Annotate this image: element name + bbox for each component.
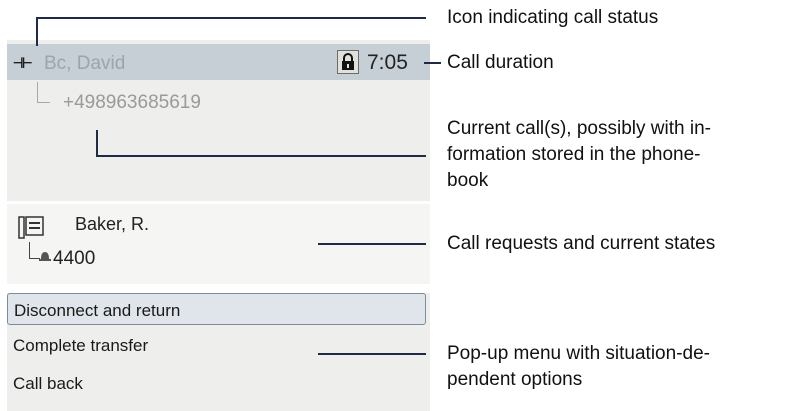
- caller-phone-number: +498963685619: [63, 92, 201, 113]
- current-call-panel[interactable]: ⊣⊢ Bc, David 7:05 +498963685619: [7, 40, 430, 201]
- tree-connector: [37, 82, 50, 103]
- caller-name: Bc, David: [44, 53, 126, 74]
- annotation-requests: Call requests and current states: [447, 233, 716, 254]
- leader-current-call-horizontal: [96, 155, 426, 157]
- annotation-current-call-3: book: [447, 170, 489, 191]
- annotation-status-icon: Icon indicating call status: [447, 7, 659, 28]
- annotation-popup-2: pendent options: [447, 369, 583, 390]
- menu-item-call-back[interactable]: Call back: [7, 367, 426, 399]
- leader-current-call-vertical: [96, 130, 98, 156]
- leader-requests: [318, 243, 426, 245]
- call-status-icon: ⊣⊢: [13, 53, 33, 73]
- menu-item-complete-transfer[interactable]: Complete transfer: [7, 329, 426, 361]
- annotation-popup-1: Pop-up menu with situation-de-: [447, 343, 710, 364]
- padlock-icon: [337, 50, 359, 74]
- annotation-duration: Call duration: [447, 52, 554, 73]
- leader-popup: [318, 353, 426, 355]
- leader-status-vertical: [36, 18, 38, 46]
- phone-display: ⊣⊢ Bc, David 7:05 +498963685619 Baker, R…: [7, 40, 430, 411]
- bell-icon: [38, 249, 52, 268]
- leader-duration: [424, 62, 441, 64]
- annotation-current-call-2: formation stored in the phone-: [447, 144, 701, 165]
- annotation-current-call-1: Current call(s), possibly with in-: [447, 118, 711, 139]
- call-header[interactable]: ⊣⊢ Bc, David 7:05: [7, 44, 430, 80]
- popup-menu: Disconnect and return Complete transfer …: [7, 293, 430, 411]
- menu-item-disconnect-return[interactable]: Disconnect and return: [7, 293, 426, 325]
- request-caller-name: Baker, R.: [75, 214, 150, 234]
- leader-status-horizontal: [36, 17, 426, 19]
- request-number: 4400: [53, 248, 96, 269]
- call-duration: 7:05: [367, 51, 408, 74]
